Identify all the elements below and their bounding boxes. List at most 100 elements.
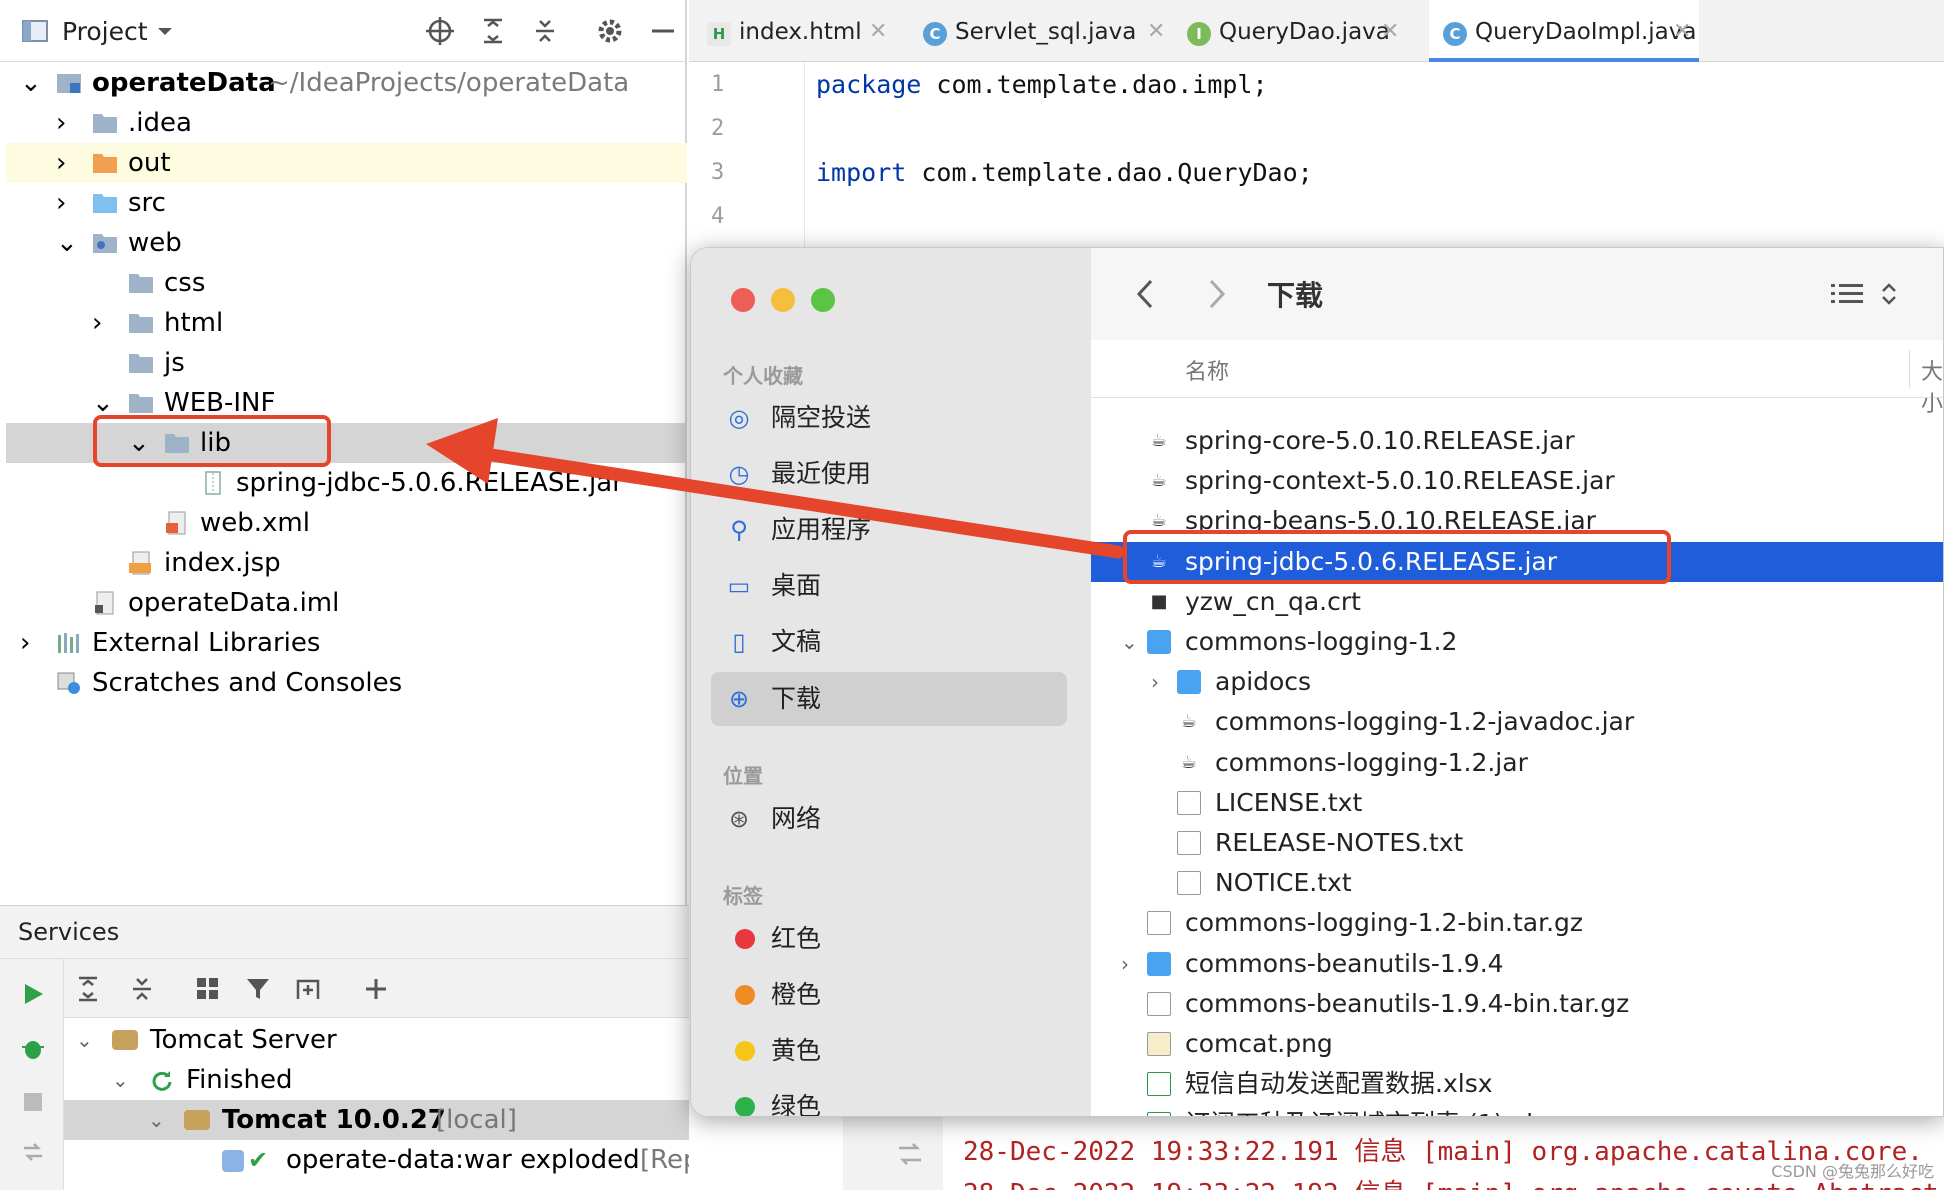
group-services-icon[interactable] <box>194 975 222 1003</box>
chevron-updown-icon[interactable] <box>1879 280 1899 308</box>
tree-node-web-xml[interactable]: web.xml <box>6 503 687 543</box>
file-row[interactable]: ☕ spring-context-5.0.10.RELEASE.jar <box>1091 461 1943 501</box>
debug-icon[interactable] <box>20 1035 46 1061</box>
file-row[interactable]: 订阅工种及订阅城市列表 (1).xlsx <box>1091 1104 1943 1116</box>
file-row[interactable]: LICENSE.txt <box>1091 783 1943 823</box>
forward-icon[interactable] <box>1205 278 1229 310</box>
chevron-down-icon[interactable]: ⌄ <box>20 63 42 103</box>
chevron-down-icon[interactable]: ⌄ <box>148 1100 165 1140</box>
back-icon[interactable] <box>1133 278 1157 310</box>
close-window-button[interactable] <box>731 288 755 312</box>
run-icon[interactable] <box>20 981 46 1007</box>
sidebar-item-tag-red[interactable]: 红色 <box>711 912 1067 966</box>
tab-index-html[interactable]: H index.html ✕ <box>707 0 889 62</box>
sidebar-item-applications[interactable]: ⚲ 应用程序 <box>711 503 1067 557</box>
gear-icon[interactable] <box>595 16 625 46</box>
file-row[interactable]: comcat.png <box>1091 1024 1943 1064</box>
file-row[interactable]: ☕ commons-logging-1.2-javadoc.jar <box>1091 702 1943 742</box>
add-service-icon[interactable] <box>362 975 390 1003</box>
sidebar-item-desktop[interactable]: ▭ 桌面 <box>711 559 1067 613</box>
expand-all-icon[interactable] <box>478 16 508 46</box>
chevron-right-icon[interactable]: › <box>56 183 78 223</box>
service-label: operate-data:war exploded <box>286 1145 640 1175</box>
tree-node-operatedata[interactable]: ⌄ operateData ~/IdeaProjects/operateData <box>6 63 687 103</box>
file-row[interactable]: NOTICE.txt <box>1091 863 1943 903</box>
column-name-header[interactable]: 名称 <box>1185 354 1229 386</box>
finder-window-title: 下载 <box>1267 279 1324 312</box>
sidebar-item-downloads[interactable]: ⊕ 下载 <box>711 672 1067 726</box>
sidebar-item-tag-orange[interactable]: 橙色 <box>711 968 1067 1022</box>
tree-node-css[interactable]: css <box>6 263 687 303</box>
tab-querydao[interactable]: I QueryDao.java ✕ <box>1187 0 1399 64</box>
deploy-icon[interactable] <box>20 1139 46 1165</box>
expand-all-icon[interactable] <box>74 975 102 1003</box>
tree-node-html[interactable]: › html <box>6 303 687 343</box>
file-row[interactable]: ☕ commons-logging-1.2.jar <box>1091 743 1943 783</box>
chevron-down-icon[interactable] <box>150 16 180 46</box>
close-icon[interactable]: ✕ <box>869 0 887 64</box>
column-size-header[interactable]: 大小 <box>1921 354 1943 418</box>
chevron-down-icon[interactable]: ⌄ <box>112 1060 129 1100</box>
sidebar-item-tag-yellow[interactable]: 黄色 <box>711 1024 1067 1078</box>
chevron-right-icon[interactable]: › <box>1151 662 1173 702</box>
folder-icon <box>93 114 117 133</box>
tree-node-iml[interactable]: operateData.iml <box>6 583 687 623</box>
zoom-window-button[interactable] <box>811 288 835 312</box>
tree-node-jar[interactable]: spring-jdbc-5.0.6.RELEASE.jar <box>6 463 687 503</box>
tree-node-js[interactable]: js <box>6 343 687 383</box>
tree-node-out[interactable]: › out <box>6 143 687 183</box>
code-line-1[interactable]: package com.template.dao.impl; <box>816 70 1268 99</box>
editor-tabs: H index.html ✕ C Servlet_sql.java ✕ I Qu… <box>689 0 1944 62</box>
chevron-down-icon[interactable]: ⌄ <box>56 223 78 263</box>
file-row[interactable]: 短信自动发送配置数据.xlsx <box>1091 1064 1943 1104</box>
file-row[interactable]: ⌄ commons-logging-1.2 <box>1091 622 1943 662</box>
sidebar-item-tag-green[interactable]: 绿色 <box>711 1080 1067 1116</box>
sidebar-item-airdrop[interactable]: ◎ 隔空投送 <box>711 391 1067 445</box>
sidebar-item-documents[interactable]: ▯ 文稿 <box>711 615 1067 669</box>
soft-wrap-icon[interactable] <box>895 1139 925 1169</box>
locate-icon[interactable] <box>425 16 455 46</box>
sidebar-item-network[interactable]: ⊛ 网络 <box>711 792 1067 846</box>
chevron-right-icon[interactable]: › <box>20 623 42 663</box>
file-row[interactable]: commons-logging-1.2-bin.tar.gz <box>1091 903 1943 943</box>
file-row[interactable]: ☕ spring-core-5.0.10.RELEASE.jar <box>1091 421 1943 461</box>
chevron-right-icon[interactable]: › <box>56 103 78 143</box>
new-tab-icon[interactable] <box>294 975 322 1003</box>
minimize-window-button[interactable] <box>771 288 795 312</box>
chevron-down-icon[interactable]: ⌄ <box>76 1020 93 1060</box>
tab-servlet-sql[interactable]: C Servlet_sql.java ✕ <box>923 0 1165 62</box>
close-icon[interactable]: ✕ <box>1147 0 1165 64</box>
tree-node-external-libraries[interactable]: › External Libraries <box>6 623 687 663</box>
sidebar-item-recents[interactable]: ◷ 最近使用 <box>711 447 1067 501</box>
tree-node-src[interactable]: › src <box>6 183 687 223</box>
tab-querydaoimpl[interactable]: C QueryDaoImpl.java ✕ <box>1429 0 1699 62</box>
file-row[interactable]: › apidocs <box>1091 662 1943 702</box>
tree-node-scratches[interactable]: Scratches and Consoles <box>6 663 687 703</box>
code-line-3[interactable]: import com.template.dao.QueryDao; <box>816 158 1313 187</box>
chevron-right-icon[interactable]: › <box>1121 944 1143 984</box>
tree-node-index-jsp[interactable]: index.jsp <box>6 543 687 583</box>
file-row[interactable]: commons-beanutils-1.9.4-bin.tar.gz <box>1091 984 1943 1024</box>
chevron-down-icon[interactable]: ⌄ <box>1121 622 1143 662</box>
finder-sidebar: 个人收藏 ◎ 隔空投送 ◷ 最近使用 ⚲ 应用程序 ▭ 桌面 ▯ 文稿 ⊕ 下载 位置 ⊛ 网… <box>691 248 1091 1116</box>
stop-icon[interactable] <box>20 1089 46 1115</box>
code-text: com.template.dao.impl; <box>921 70 1268 99</box>
collapse-all-icon[interactable] <box>530 16 560 46</box>
file-row[interactable]: ■ yzw_cn_qa.crt <box>1091 582 1943 622</box>
chevron-right-icon[interactable]: › <box>92 303 114 343</box>
tree-node-idea[interactable]: › .idea <box>6 103 687 143</box>
chevron-right-icon[interactable]: › <box>56 143 78 183</box>
list-view-icon[interactable] <box>1831 280 1865 308</box>
service-label: Tomcat 10.0.27 <box>222 1105 446 1135</box>
project-view-title[interactable]: Project <box>62 17 148 46</box>
close-icon[interactable]: ✕ <box>1381 0 1399 64</box>
filter-icon[interactable] <box>244 975 272 1003</box>
collapse-all-icon[interactable] <box>128 975 156 1003</box>
tree-node-web[interactable]: ⌄ web <box>6 223 687 263</box>
tree-node-label: .idea <box>128 108 192 138</box>
minimize-icon[interactable] <box>648 16 678 46</box>
file-row[interactable]: › commons-beanutils-1.9.4 <box>1091 944 1943 984</box>
file-row[interactable]: RELEASE-NOTES.txt <box>1091 823 1943 863</box>
finder-toolbar: 下载 <box>1091 248 1943 340</box>
close-icon[interactable]: ✕ <box>1673 0 1691 64</box>
